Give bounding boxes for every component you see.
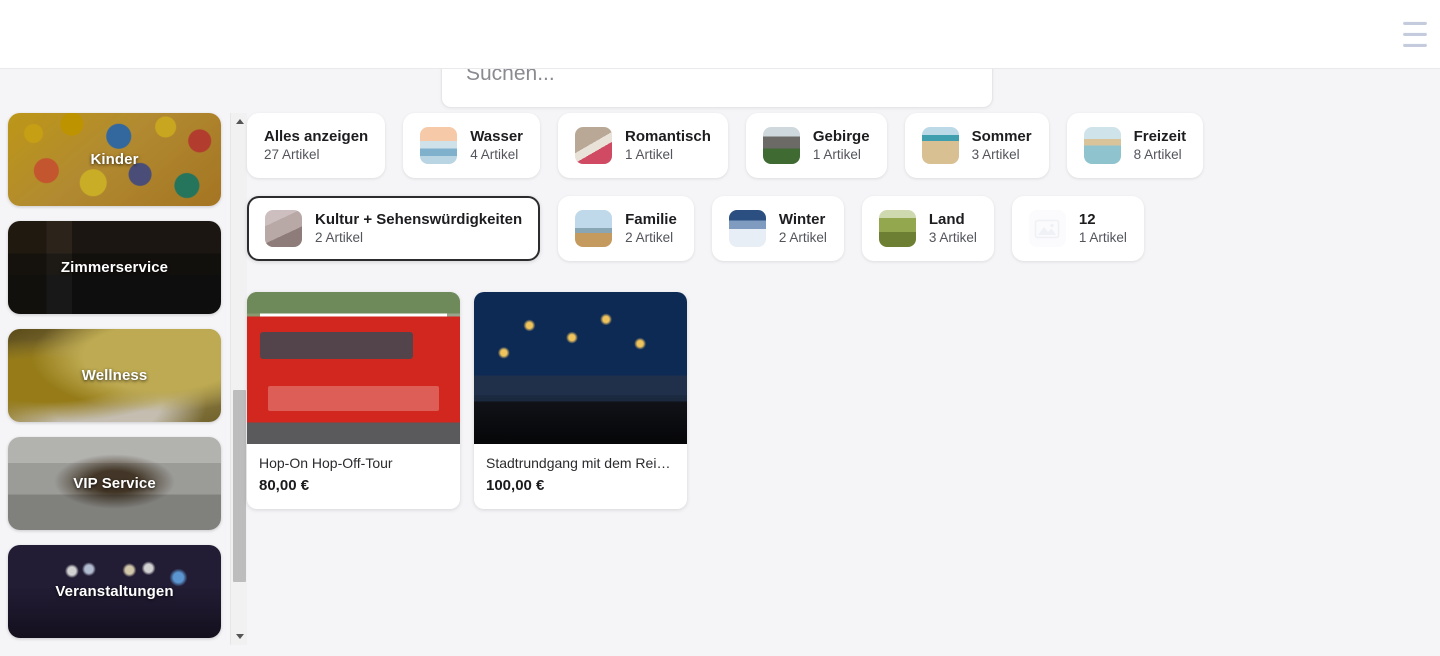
category-count: 4 Artikel (470, 147, 519, 163)
category-count: 27 Artikel (264, 147, 320, 163)
product-card[interactable]: Stadtrundgang mit dem Reis… 100,00 € (474, 292, 687, 509)
christmas-market-night-photo (474, 292, 687, 444)
category-name: Alles anzeigen (264, 128, 369, 146)
sidebar-item-vip-service[interactable]: VIP Service (8, 437, 221, 530)
category-name: 12 (1078, 211, 1096, 229)
category-count: 3 Artikel (928, 230, 977, 246)
category-thumbnail-icon (728, 210, 766, 247)
category-count: 2 Artikel (315, 230, 364, 246)
category-name: Familie (625, 211, 677, 229)
sidebar-item-kinder[interactable]: Kinder (8, 113, 221, 206)
sidebar-item-label: Zimmerservice (60, 259, 169, 276)
category-name: Sommer (971, 128, 1032, 146)
sidebar-item-veranstaltungen[interactable]: Veranstaltungen (8, 545, 221, 638)
category-thumbnail-icon (878, 210, 916, 247)
hamburger-line (1403, 43, 1427, 47)
category-count: 8 Artikel (1133, 147, 1182, 163)
main-content: Alles anzeigen 27 Artikel Wasser 4 Artik… (247, 69, 1440, 656)
product-price: 100,00 € (486, 477, 545, 494)
category-count: 1 Artikel (625, 147, 674, 163)
hamburger-menu-icon[interactable] (1398, 18, 1432, 50)
top-header-bar (0, 0, 1440, 69)
category-name: Kultur + Sehenswürdigkeiten (315, 211, 523, 229)
product-price: 80,00 € (259, 477, 310, 494)
category-chip-gebirge[interactable]: Gebirge 1 Artikel (745, 113, 887, 178)
category-chip-familie[interactable]: Familie 2 Artikel (558, 196, 694, 261)
category-chip-land[interactable]: Land 3 Artikel (861, 196, 994, 261)
category-sidebar[interactable]: Kinder Zimmerservice Wellness VIP Servic… (0, 69, 230, 656)
image-placeholder-icon (1028, 210, 1066, 247)
category-name: Freizeit (1133, 128, 1187, 146)
category-thumbnail-icon (265, 210, 302, 247)
category-thumbnail-icon (921, 127, 959, 164)
category-count: 1 Artikel (812, 147, 861, 163)
category-thumbnail-icon (575, 210, 613, 247)
product-grid: Hop-On Hop-Off-Tour 80,00 € Stadtrundgan… (247, 292, 1440, 509)
category-chip-12[interactable]: 12 1 Artikel (1011, 196, 1144, 261)
category-chip-wasser[interactable]: Wasser 4 Artikel (403, 113, 541, 178)
scroll-down-arrow-icon[interactable] (231, 628, 248, 645)
red-double-decker-bus-photo (247, 292, 460, 444)
category-count: 2 Artikel (625, 230, 674, 246)
category-chip-winter[interactable]: Winter 2 Artikel (711, 196, 844, 261)
scroll-up-arrow-icon[interactable] (231, 113, 248, 130)
product-card[interactable]: Hop-On Hop-Off-Tour 80,00 € (247, 292, 460, 509)
sidebar-item-wellness[interactable]: Wellness (8, 329, 221, 422)
sidebar-item-label: VIP Service (73, 475, 156, 492)
category-chip-alles-anzeigen[interactable]: Alles anzeigen 27 Artikel (247, 113, 386, 178)
category-thumbnail-icon (575, 127, 613, 164)
category-chip-romantisch[interactable]: Romantisch 1 Artikel (558, 113, 728, 178)
category-chip-sommer[interactable]: Sommer 3 Artikel (904, 113, 1049, 178)
category-filter-row-2: Kultur + Sehenswürdigkeiten 2 Artikel Fa… (247, 196, 1440, 279)
hamburger-line (1403, 32, 1427, 36)
category-thumbnail-icon (420, 127, 458, 164)
category-thumbnail-icon (762, 127, 800, 164)
sidebar-item-label: Wellness (81, 367, 148, 384)
category-name: Gebirge (812, 128, 870, 146)
category-chip-kultur-sehenswuerdigkeiten[interactable]: Kultur + Sehenswürdigkeiten 2 Artikel (247, 196, 541, 261)
sidebar-scrollbar[interactable] (230, 113, 247, 645)
category-thumbnail-icon (1083, 127, 1121, 164)
category-count: 1 Artikel (1078, 230, 1127, 246)
sidebar-item-zimmerservice[interactable]: Zimmerservice (8, 221, 221, 314)
product-name: Stadtrundgang mit dem Reis… (486, 455, 675, 471)
category-chip-freizeit[interactable]: Freizeit 8 Artikel (1066, 113, 1204, 178)
product-name: Hop-On Hop-Off-Tour (259, 455, 393, 471)
category-name: Land (928, 211, 965, 229)
category-name: Winter (778, 211, 826, 229)
sidebar-item-label: Kinder (90, 151, 139, 168)
hamburger-line (1403, 21, 1427, 25)
category-name: Romantisch (625, 128, 711, 146)
sidebar-item-label: Veranstaltungen (55, 583, 174, 600)
app-root: Kinder Zimmerservice Wellness VIP Servic… (0, 0, 1440, 656)
category-filter-row-1: Alles anzeigen 27 Artikel Wasser 4 Artik… (247, 113, 1440, 196)
category-name: Wasser (470, 128, 524, 146)
category-count: 2 Artikel (778, 230, 827, 246)
scrollbar-thumb[interactable] (233, 390, 246, 582)
category-count: 3 Artikel (971, 147, 1020, 163)
